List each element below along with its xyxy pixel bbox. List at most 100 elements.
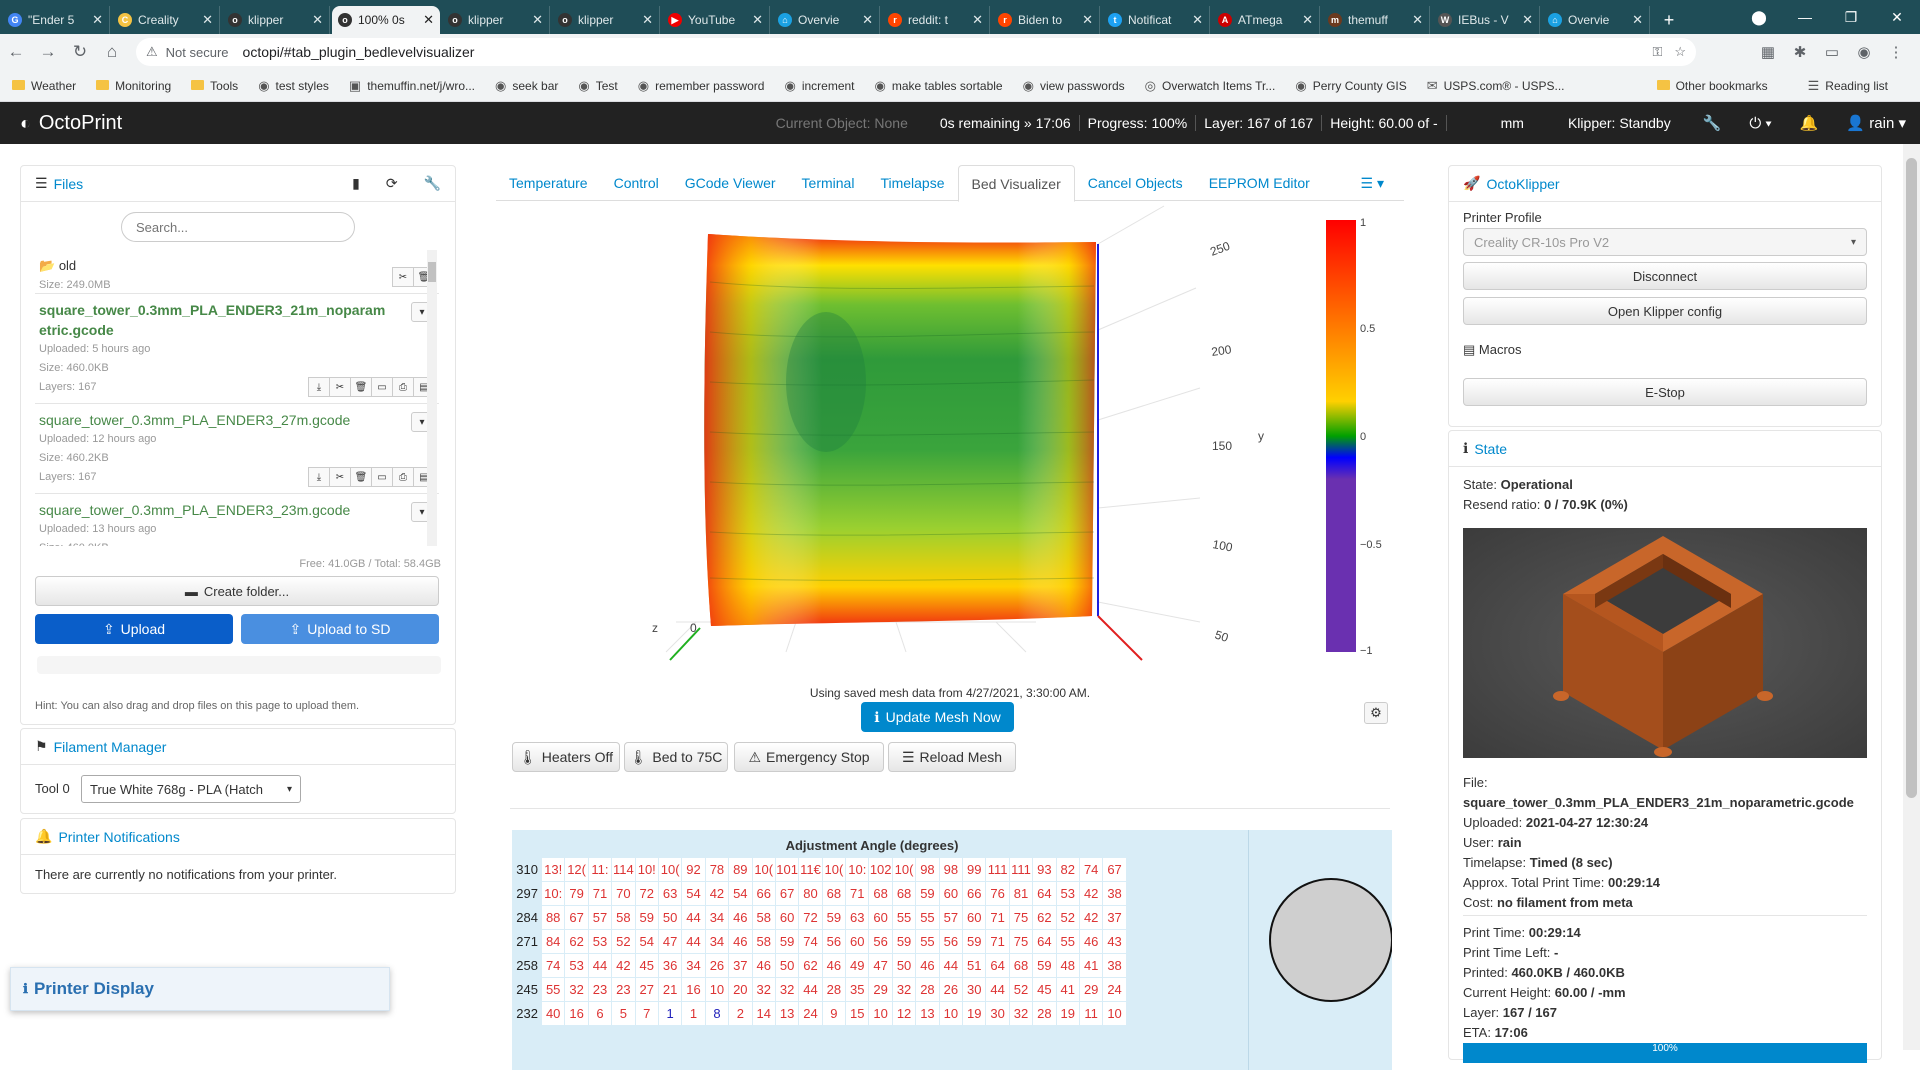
file-entry[interactable]: square_tower_0.3mm_PLA_ENDER3_23m.gcode …: [35, 494, 439, 546]
tab-close-icon[interactable]: ✕: [312, 12, 323, 28]
browser-tab[interactable]: r reddit: t ✕: [882, 6, 990, 34]
key-icon[interactable]: ⚿: [1652, 44, 1662, 60]
browser-tab[interactable]: o klipper ✕: [442, 6, 550, 34]
download-icon[interactable]: ⤓: [308, 377, 330, 397]
bookmark-item[interactable]: ◉ test styles: [258, 78, 329, 94]
file-entry[interactable]: square_tower_0.3mm_PLA_ENDER3_21m_nopara…: [35, 294, 439, 404]
restore-icon[interactable]: ❐: [1828, 0, 1874, 34]
files-title[interactable]: Files: [54, 176, 84, 192]
printer-display-widget[interactable]: ℹ Printer Display: [10, 967, 390, 1011]
address-bar[interactable]: ⚠ Not secure octopi/#tab_plugin_bedlevel…: [136, 38, 1696, 66]
emergency-stop-button[interactable]: ⚠ Emergency Stop: [734, 742, 884, 772]
bookmark-item[interactable]: ▣ themuffin.net/j/wro...: [349, 78, 475, 94]
trash-icon[interactable]: 🗑: [350, 377, 372, 397]
browser-tab[interactable]: r Biden to ✕: [992, 6, 1100, 34]
browser-tab[interactable]: ▶ YouTube ✕: [662, 6, 770, 34]
user-menu[interactable]: 👤 rain ▾: [1846, 114, 1906, 132]
browser-tab[interactable]: W IEBus - V ✕: [1432, 6, 1540, 34]
tab-close-icon[interactable]: ✕: [202, 12, 213, 28]
cast-icon[interactable]: ▭: [1818, 43, 1846, 61]
create-folder-button[interactable]: ▬ Create folder...: [35, 576, 439, 606]
tab-close-icon[interactable]: ✕: [92, 12, 103, 28]
cut-icon[interactable]: ✂: [329, 467, 351, 487]
cut-icon[interactable]: ✂: [392, 267, 414, 287]
bookmark-item[interactable]: ◉ remember password: [638, 78, 765, 94]
tab-close-icon[interactable]: ✕: [532, 12, 543, 28]
bookmark-item[interactable]: Weather: [12, 79, 76, 93]
reload-mesh-button[interactable]: ☰ Reload Mesh: [888, 742, 1016, 772]
profile-icon[interactable]: ⬤: [1736, 0, 1782, 34]
browser-tab[interactable]: A ATmega ✕: [1212, 6, 1320, 34]
bookmark-item[interactable]: Tools: [191, 79, 238, 93]
tab-close-icon[interactable]: ✕: [1302, 12, 1313, 28]
file-name[interactable]: square_tower_0.3mm_PLA_ENDER3_21m_nopara…: [39, 300, 389, 340]
browser-tab[interactable]: o klipper ✕: [552, 6, 660, 34]
bookmark-item[interactable]: ◉ seek bar: [495, 78, 558, 94]
tab-close-icon[interactable]: ✕: [752, 12, 763, 28]
octoklipper-title[interactable]: OctoKlipper: [1486, 176, 1559, 192]
brand[interactable]: ◐ OctoPrint: [20, 112, 122, 135]
browser-tab[interactable]: ⌂ Overvie ✕: [772, 6, 880, 34]
file-entry[interactable]: square_tower_0.3mm_PLA_ENDER3_27m.gcode …: [35, 404, 439, 494]
browser-tab[interactable]: o klipper ✕: [222, 6, 330, 34]
bookmark-item[interactable]: ◉ increment: [784, 78, 854, 94]
update-mesh-button[interactable]: ℹ Update Mesh Now: [861, 702, 1014, 732]
extension-icon[interactable]: ▦: [1754, 43, 1782, 61]
print-icon[interactable]: ⎙: [392, 377, 414, 397]
download-icon[interactable]: ⤓: [308, 467, 330, 487]
trash-icon[interactable]: 🗑: [350, 467, 372, 487]
browser-tab[interactable]: m themuff ✕: [1322, 6, 1430, 34]
wrench-icon[interactable]: 🔧: [1703, 114, 1722, 132]
star-icon[interactable]: ☆: [1674, 44, 1686, 60]
tab-close-icon[interactable]: ✕: [1632, 12, 1643, 28]
warning-icon[interactable]: ⚠: [146, 44, 158, 60]
tab-terminal[interactable]: Terminal: [789, 165, 868, 201]
tab-close-icon[interactable]: ✕: [1192, 12, 1203, 28]
tab-close-icon[interactable]: ✕: [972, 12, 983, 28]
bookmark-item[interactable]: ◉ make tables sortable: [875, 78, 1003, 94]
wrench-icon[interactable]: 🔧: [424, 175, 441, 192]
sd-card-icon[interactable]: ▮: [352, 175, 360, 192]
avatar-icon[interactable]: ◉: [1850, 43, 1878, 61]
tab-close-icon[interactable]: ✕: [1412, 12, 1423, 28]
mesh-surface-plot[interactable]: 250 200 150 100 50 y z 0 1 0.5 0 −0.5 −1: [496, 202, 1404, 682]
bookmark-folder[interactable]: ☰ Reading list: [1808, 78, 1888, 94]
disconnect-button[interactable]: Disconnect: [1463, 262, 1867, 290]
minimize-icon[interactable]: —: [1782, 0, 1828, 34]
bookmark-item[interactable]: ◉ Test: [578, 78, 617, 94]
browser-tab[interactable]: o 100% 0s ✕: [332, 6, 440, 34]
bell-icon[interactable]: 🔔: [1800, 114, 1819, 132]
spool-select[interactable]: True White 768g - PLA (Hatch ▾: [81, 775, 301, 803]
tab-eeprom-editor[interactable]: EEPROM Editor: [1196, 165, 1323, 201]
estop-button[interactable]: E-Stop: [1463, 378, 1867, 406]
notifications-title[interactable]: Printer Notifications: [58, 829, 179, 845]
search-input[interactable]: [121, 212, 355, 242]
upload-button[interactable]: ⇪ Upload: [35, 614, 233, 644]
tab-close-icon[interactable]: ✕: [1522, 12, 1533, 28]
browser-tab[interactable]: t Notificat ✕: [1102, 6, 1210, 34]
bed-to-75c-button[interactable]: 🌡 Bed to 75C: [624, 742, 728, 772]
bookmark-item[interactable]: Monitoring: [96, 79, 171, 93]
bookmark-item[interactable]: ◎ Overwatch Items Tr...: [1145, 78, 1276, 94]
profile-select[interactable]: Creality CR-10s Pro V2 ▾: [1463, 228, 1867, 256]
new-tab-button[interactable]: +: [1654, 6, 1684, 34]
tabs-overflow-menu[interactable]: ☰ ▾: [1348, 165, 1404, 201]
folder-open-icon[interactable]: ▭: [371, 467, 393, 487]
bookmark-item[interactable]: ◉ view passwords: [1023, 78, 1125, 94]
tab-close-icon[interactable]: ✕: [642, 12, 653, 28]
forward-icon[interactable]: →: [32, 36, 64, 68]
tab-timelapse[interactable]: Timelapse: [867, 165, 957, 201]
browser-tab[interactable]: C Creality ✕: [112, 6, 220, 34]
tab-bed-visualizer[interactable]: Bed Visualizer: [957, 165, 1075, 202]
reload-icon[interactable]: ↻: [64, 36, 96, 68]
file-name[interactable]: square_tower_0.3mm_PLA_ENDER3_23m.gcode: [39, 500, 389, 520]
tab-control[interactable]: Control: [601, 165, 672, 201]
browser-tab[interactable]: G "Ender 5 ✕: [2, 6, 110, 34]
cut-icon[interactable]: ✂: [329, 377, 351, 397]
heaters-off-button[interactable]: 🌡 Heaters Off: [512, 742, 620, 772]
close-window-icon[interactable]: ✕: [1874, 0, 1920, 34]
home-icon[interactable]: ⌂: [96, 36, 128, 68]
back-icon[interactable]: ←: [0, 36, 32, 68]
folder-entry[interactable]: 📂 old Size: 249.0MB ✂ 🗑: [35, 250, 439, 294]
print-icon[interactable]: ⎙: [392, 467, 414, 487]
